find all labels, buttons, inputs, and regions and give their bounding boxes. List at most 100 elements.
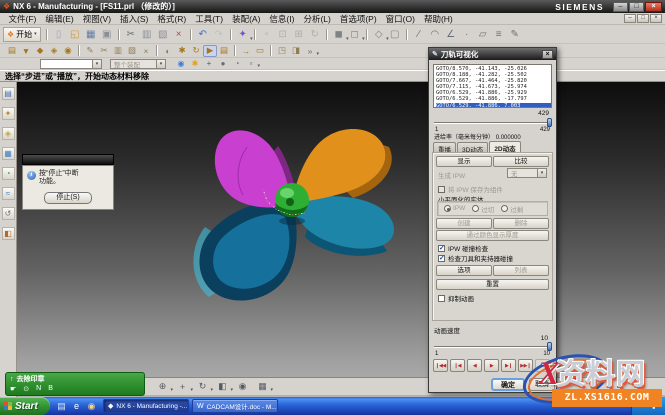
menu-item[interactable]: 编辑(E) bbox=[41, 13, 78, 25]
quadrant-snap-icon[interactable]: ◔ bbox=[230, 58, 244, 69]
select-arc-icon[interactable]: ◠ bbox=[427, 26, 443, 42]
reset-button[interactable]: 重置 bbox=[436, 279, 549, 290]
machine-simulation-icon[interactable]: ◨ bbox=[289, 45, 303, 57]
tab-2d-dynamic[interactable]: 2D动态 bbox=[489, 141, 520, 152]
snapshot-icon[interactable]: ▢ bbox=[387, 26, 403, 42]
radio-option[interactable]: 过剩 bbox=[501, 204, 523, 214]
create-geometry-icon[interactable]: ◆ bbox=[33, 45, 47, 57]
stop-dialog-titlebar[interactable] bbox=[22, 154, 114, 165]
thickness-by-color-button[interactable]: 通过颜色显示厚度 bbox=[436, 230, 549, 241]
point-filter-icon[interactable]: ✱ bbox=[188, 58, 202, 69]
edit-object-icon[interactable]: ✎ bbox=[83, 45, 97, 57]
copy-object-icon[interactable]: ▥ bbox=[111, 45, 125, 57]
options-button[interactable]: 选项 bbox=[436, 265, 492, 276]
media-player-icon[interactable]: ◉ bbox=[86, 401, 97, 412]
stop-button[interactable]: 停止(S) bbox=[44, 192, 92, 204]
cut-object-icon[interactable]: ✂ bbox=[97, 45, 111, 57]
create-program-icon[interactable]: ▤ bbox=[5, 45, 19, 57]
constraint-navigator-icon[interactable]: ✦ bbox=[2, 107, 15, 120]
select-edge-icon[interactable]: ∕ bbox=[411, 26, 427, 42]
tray-network-icon[interactable]: ▮ bbox=[652, 403, 655, 410]
show-desktop-icon[interactable]: ▤ bbox=[56, 401, 67, 412]
graphics-viewport[interactable]: ⊕+↻◧◉▦ i 按“停止”中断 功能。 停止(S) bbox=[17, 82, 665, 397]
compare-button[interactable]: 比较 bbox=[493, 156, 549, 167]
child-close-button[interactable]: × bbox=[650, 14, 662, 23]
datum-axis-icon[interactable]: ≡ bbox=[491, 26, 507, 42]
tool-b-icon[interactable]: B bbox=[48, 385, 53, 393]
goto-list[interactable]: GOTO/8.570, -41.143, -25.026GOTO/8.188, … bbox=[433, 64, 552, 108]
verify-toolpath-icon[interactable]: ▶ bbox=[203, 45, 217, 57]
orient-view-icon[interactable]: ◇ bbox=[371, 26, 387, 42]
datum-plane-icon[interactable]: ▱ bbox=[475, 26, 491, 42]
true-shading-icon[interactable]: ◉ bbox=[235, 380, 250, 394]
tool-n-icon[interactable]: N bbox=[36, 385, 41, 393]
hd3d-tools-icon[interactable]: ◔ bbox=[2, 167, 15, 180]
delete-icon[interactable]: × bbox=[171, 26, 187, 42]
shop-documentation-icon[interactable]: ▭ bbox=[253, 45, 267, 57]
dialog-titlebar[interactable]: ✎ 刀轨可视化 × bbox=[429, 48, 556, 60]
zoom-tool-icon[interactable]: ⊙ bbox=[23, 385, 29, 393]
list-button[interactable]: 列表 bbox=[493, 265, 549, 276]
zoom-icon[interactable]: ⊡ bbox=[275, 26, 291, 42]
menu-item[interactable]: 首选项(P) bbox=[335, 13, 381, 25]
cut-icon[interactable]: ✂ bbox=[123, 26, 139, 42]
rotate-icon[interactable]: ↻ bbox=[307, 26, 323, 42]
measure-icon[interactable]: ∠ bbox=[443, 26, 459, 42]
create-method-icon[interactable]: ◈ bbox=[47, 45, 61, 57]
delete-object-icon[interactable]: × bbox=[139, 45, 153, 57]
start-app-button[interactable]: ❖ 开始 ▾ bbox=[3, 27, 41, 42]
reuse-library-icon[interactable]: ▦ bbox=[2, 147, 15, 160]
redo-icon[interactable]: ↷ bbox=[211, 26, 227, 42]
child-minimize-button[interactable]: – bbox=[624, 14, 636, 23]
paste-icon[interactable]: ▧ bbox=[155, 26, 171, 42]
minimize-button[interactable]: – bbox=[613, 2, 628, 12]
selection-scope-combo[interactable]: 整个装配 ▾ bbox=[110, 59, 166, 69]
save-ipw-checkbox[interactable]: 将 IPW 保存为组件 bbox=[438, 184, 503, 194]
menu-item[interactable]: 格式(R) bbox=[153, 13, 191, 25]
start-menu-button[interactable]: Start bbox=[0, 397, 50, 415]
goto-line[interactable]: GOTO/6.529, -41.886, 7.003 bbox=[436, 103, 551, 108]
play-backward-button[interactable]: ◀ bbox=[467, 359, 482, 372]
create-operation-icon[interactable]: ◉ bbox=[61, 45, 75, 57]
step-forward-button[interactable]: ▶❙ bbox=[501, 359, 516, 372]
ie-icon[interactable]: e bbox=[71, 401, 82, 411]
paste-object-icon[interactable]: ▧ bbox=[125, 45, 139, 57]
replay-toolpath-icon[interactable]: ↻ bbox=[189, 45, 203, 57]
close-button[interactable]: × bbox=[645, 2, 662, 12]
rotate-view-icon[interactable]: ↻ bbox=[195, 380, 210, 394]
go-to-end-button[interactable]: ▶▶❙ bbox=[518, 359, 533, 372]
radio-option[interactable]: IPW bbox=[444, 205, 465, 212]
ok-button[interactable]: 确定 bbox=[491, 378, 525, 391]
point-constructor-icon[interactable]: ∙ bbox=[459, 26, 475, 42]
tab-3d-dynamic[interactable]: 3D动态 bbox=[457, 142, 488, 152]
delete-button[interactable]: 删除 bbox=[493, 218, 549, 229]
play-forward-button[interactable]: ▶ bbox=[484, 359, 499, 372]
fit-view-icon[interactable]: ▫ bbox=[259, 26, 275, 42]
ipw-collision-checkbox[interactable]: ✓ IPW 碰撞检查 bbox=[438, 243, 488, 253]
menu-item[interactable]: 信息(I) bbox=[265, 13, 299, 25]
cancel-button[interactable]: 取消 bbox=[529, 378, 555, 391]
menu-item[interactable]: 插入(S) bbox=[116, 13, 153, 25]
list-toolpath-icon[interactable]: ▤ bbox=[217, 45, 231, 57]
taskbar-task-word[interactable]: WCADCAM设计.doc - M... bbox=[192, 399, 278, 413]
pan-icon[interactable]: ⊞ bbox=[291, 26, 307, 42]
workpiece-icon[interactable]: ◳ bbox=[275, 45, 289, 57]
assembly-navigator-icon[interactable]: ▤ bbox=[2, 87, 15, 100]
copy-icon[interactable]: ▥ bbox=[139, 26, 155, 42]
menu-item[interactable]: 文件(F) bbox=[4, 13, 41, 25]
taskbar-task-nx[interactable]: ◆NX 6 - Manufacturing -... bbox=[103, 399, 189, 413]
rectangle-select-icon[interactable]: ▫ bbox=[244, 58, 258, 69]
new-part-icon[interactable]: ▯ bbox=[51, 26, 67, 42]
show-toolpath-icon[interactable]: ◐ bbox=[161, 45, 175, 57]
render-style-icon[interactable]: ◧ bbox=[215, 380, 230, 394]
child-restore-button[interactable]: □ bbox=[637, 14, 649, 23]
undo-icon[interactable]: ↶ bbox=[195, 26, 211, 42]
fit-window-icon[interactable]: ⊕ bbox=[155, 380, 170, 394]
shaded-with-edges-icon[interactable]: ◼ bbox=[331, 26, 347, 42]
print-icon[interactable]: ▣ bbox=[99, 26, 115, 42]
web-browser-icon[interactable]: ≈ bbox=[2, 187, 15, 200]
step-back-button[interactable]: ❙◀ bbox=[450, 359, 465, 372]
holder-collision-checkbox[interactable]: ✓ 检查刀具和夹持器碰撞 bbox=[438, 253, 513, 263]
ipw-combo[interactable]: 无 ▾ bbox=[507, 168, 547, 178]
history-icon[interactable]: ↺ bbox=[2, 207, 15, 220]
